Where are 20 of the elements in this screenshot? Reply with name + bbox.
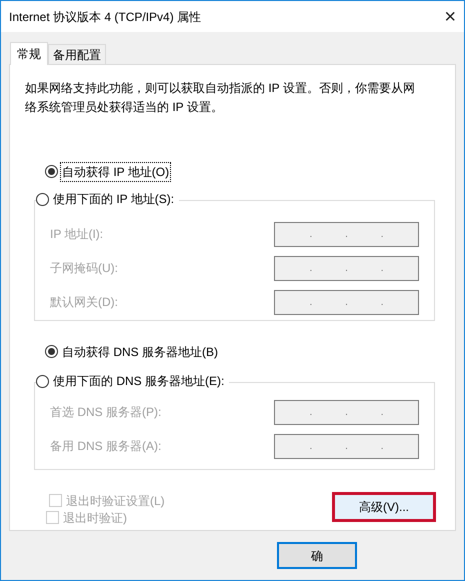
description-text: 如果网络支持此功能，则可以获取自动指派的 IP 设置。否则，你需要从网络系统管理员处获得适当的 IP 设置。: [25, 80, 416, 116]
radio-label[interactable]: 使用下面的 DNS 服务器地址(E):: [52, 372, 226, 390]
radio-label[interactable]: 自动获得 IP 地址(O): [61, 162, 170, 180]
radio-button[interactable]: [36, 374, 49, 388]
field-label: 首选 DNS 服务器(P):: [50, 404, 162, 421]
window-title: Internet 协议版本 4 (TCP/IPv4) 属性: [9, 8, 202, 26]
radio-button[interactable]: [45, 345, 58, 358]
radio-label[interactable]: 自动获得 DNS 服务器地址(B): [61, 342, 219, 360]
field-label: IP 地址(I):: [50, 226, 104, 243]
radio-button[interactable]: [36, 192, 49, 206]
ok-button[interactable]: 确: [277, 542, 357, 569]
advanced-button[interactable]: 高级(V)...: [332, 492, 436, 522]
tab[interactable]: 常规: [10, 42, 48, 65]
tab[interactable]: 备用配置: [48, 44, 106, 64]
radio-label[interactable]: 使用下面的 IP 地址(S):: [52, 190, 176, 208]
field-label: 默认网关(D):: [50, 294, 118, 311]
field-label: 备用 DNS 服务器(A):: [50, 438, 162, 455]
radio-button[interactable]: [45, 165, 58, 178]
close-button[interactable]: ×: [444, 6, 456, 26]
field-label: 子网掩码(U):: [50, 260, 118, 277]
